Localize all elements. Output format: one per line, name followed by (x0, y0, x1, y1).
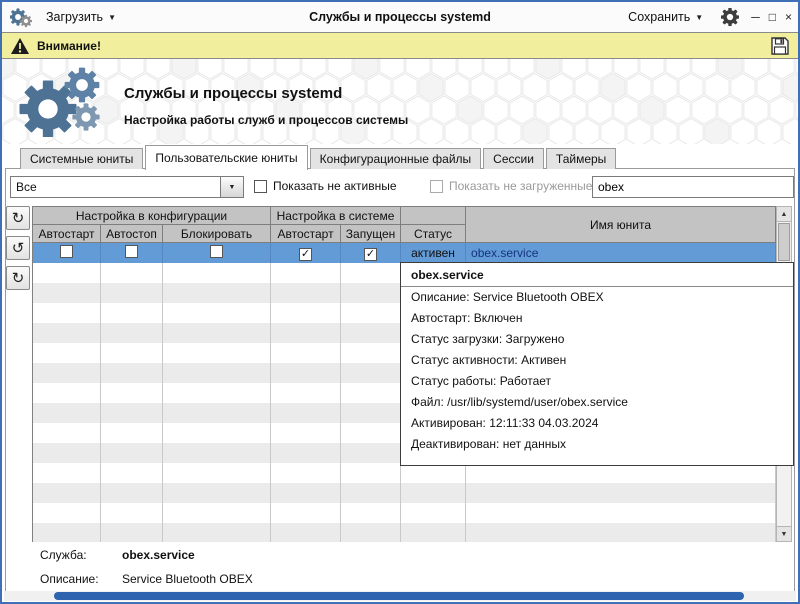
maximize-button[interactable]: □ (769, 11, 776, 23)
tooltip-line: Описание: Service Bluetooth OBEX (401, 287, 793, 308)
tab-bar: Системные юниты Пользовательские юниты К… (20, 144, 616, 169)
column-header-autostart-config[interactable]: Автостарт (33, 225, 101, 243)
unit-tooltip: obex.service Описание: Service Bluetooth… (400, 262, 794, 466)
search-input[interactable] (592, 176, 794, 198)
scroll-up-icon[interactable]: ▲ (777, 207, 791, 222)
warning-icon (10, 37, 30, 55)
undo-history-button[interactable]: ↺ (6, 236, 30, 260)
tab-system-units[interactable]: Системные юниты (20, 148, 143, 169)
load-menu-button[interactable]: Загрузить ▼ (40, 7, 122, 27)
table-row-empty[interactable] (33, 503, 776, 523)
group-header-spacer (401, 207, 466, 225)
checkbox-show-unloaded-label: Показать не загруженные (449, 179, 592, 193)
checkbox-system-running[interactable] (364, 248, 377, 261)
tooltip-line: Статус загрузки: Загружено (401, 329, 793, 350)
tooltip-line: Деактивирован: нет данных (401, 434, 793, 455)
tab-timers[interactable]: Таймеры (546, 148, 616, 169)
undo-history-icon: ↺ (12, 239, 25, 257)
column-header-autostop[interactable]: Автостоп (101, 225, 163, 243)
app-banner: Службы и процессы systemd Настройка рабо… (2, 59, 798, 144)
filter-dropdown-value: Все (11, 180, 220, 194)
column-header-autostart-system[interactable]: Автостарт (271, 225, 341, 243)
tooltip-title: obex.service (401, 263, 793, 287)
filter-dropdown[interactable]: Все ▼ (10, 176, 244, 198)
page-title: Службы и процессы systemd (124, 85, 342, 102)
service-value: obex.service (122, 548, 195, 562)
horizontal-scrollbar[interactable] (4, 591, 796, 601)
chevron-down-icon: ▼ (108, 13, 116, 22)
tab-sessions[interactable]: Сессии (483, 148, 544, 169)
checkbox-box (430, 180, 443, 193)
table-row-selected[interactable]: активен obex.service (33, 243, 776, 264)
save-menu-label: Сохранить (628, 10, 690, 24)
tooltip-line: Статус работы: Работает (401, 371, 793, 392)
vertical-scrollbar-thumb[interactable] (778, 223, 790, 261)
checkbox-box[interactable] (254, 180, 267, 193)
status-cell: активен (401, 243, 466, 264)
refresh-icon: ↻ (12, 209, 25, 227)
close-button[interactable]: × (785, 11, 792, 23)
chevron-down-icon[interactable]: ▼ (220, 177, 243, 197)
minimize-button[interactable]: ─ (751, 11, 760, 23)
description-label: Описание: (40, 572, 99, 586)
column-header-running[interactable]: Запущен (341, 225, 401, 243)
tab-user-units[interactable]: Пользовательские юниты (145, 145, 307, 170)
hexagon-pattern (2, 59, 798, 144)
tooltip-line: Файл: /usr/lib/systemd/user/obex.service (401, 392, 793, 413)
app-logo-gears (16, 65, 116, 137)
table-row-empty[interactable] (33, 523, 776, 542)
app-gears-icon (10, 6, 32, 28)
table-row-empty[interactable] (33, 483, 776, 503)
app-window: Загрузить ▼ Службы и процессы systemd Со… (0, 0, 800, 604)
horizontal-scrollbar-thumb[interactable] (54, 592, 744, 600)
column-header-block[interactable]: Блокировать (163, 225, 271, 243)
save-menu-button[interactable]: Сохранить ▼ (622, 7, 709, 27)
checkbox-config-autostop[interactable] (125, 245, 138, 258)
checkbox-system-autostart[interactable] (299, 248, 312, 261)
checkbox-config-block[interactable] (210, 245, 223, 258)
window-title: Службы и процессы systemd (309, 10, 491, 24)
chevron-down-icon: ▼ (695, 13, 703, 22)
checkbox-show-unloaded: Показать не загруженные (430, 179, 592, 193)
service-label: Служба: (40, 548, 87, 562)
table-row-empty[interactable] (33, 463, 776, 483)
tooltip-line: Статус активности: Активен (401, 350, 793, 371)
tooltip-line: Активирован: 12:11:33 04.03.2024 (401, 413, 793, 434)
checkbox-show-inactive[interactable]: Показать не активные (254, 179, 397, 193)
checkbox-config-autostart[interactable] (60, 245, 73, 258)
group-header-system: Настройка в системе (271, 207, 401, 225)
group-header-config: Настройка в конфигурации (33, 207, 271, 225)
column-header-status[interactable]: Статус (401, 225, 466, 243)
reload-icon: ↻ (12, 269, 25, 287)
description-value: Service Bluetooth OBEX (122, 572, 253, 586)
save-file-icon[interactable] (770, 36, 790, 56)
page-subtitle: Настройка работы служб и процессов систе… (124, 113, 408, 127)
checkbox-show-inactive-label: Показать не активные (273, 179, 397, 193)
settings-gear-icon[interactable] (721, 8, 739, 26)
unit-name-cell[interactable]: obex.service (466, 243, 776, 264)
title-bar: Загрузить ▼ Службы и процессы systemd Со… (2, 2, 798, 33)
warning-bar: Внимание! (2, 32, 798, 59)
column-header-unit-name[interactable]: Имя юнита (466, 207, 776, 243)
reload-button[interactable]: ↻ (6, 266, 30, 290)
refresh-button[interactable]: ↻ (6, 206, 30, 230)
scroll-down-icon[interactable]: ▼ (777, 526, 791, 541)
tooltip-line: Автостарт: Включен (401, 308, 793, 329)
warning-label: Внимание! (37, 39, 101, 53)
tab-config-files[interactable]: Конфигурационные файлы (310, 148, 481, 169)
load-menu-label: Загрузить (46, 10, 103, 24)
